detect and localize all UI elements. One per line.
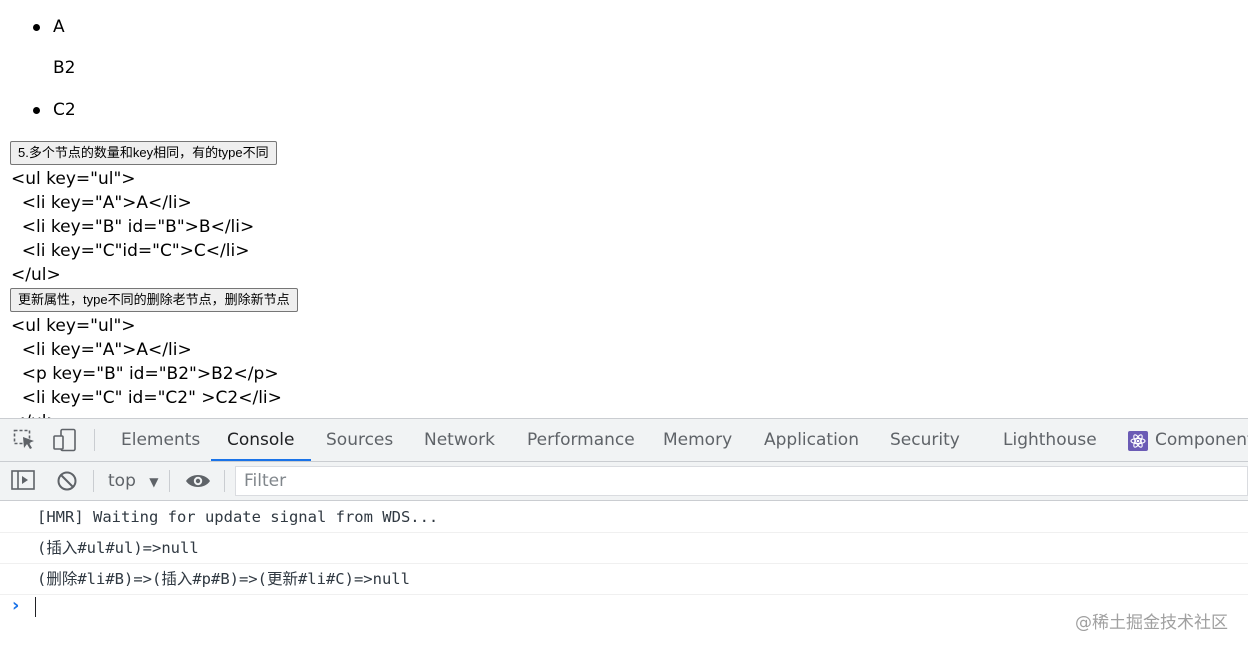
toolbar-divider [169, 470, 170, 492]
console-prompt-icon: › [12, 595, 20, 616]
code-line: <ul key="ul"> [11, 169, 136, 189]
type-diff-demo-button[interactable]: 5.多个节点的数量和key相同，有的type不同 [10, 141, 277, 165]
tab-memory[interactable]: Memory [663, 419, 732, 461]
tab-application[interactable]: Application [764, 419, 859, 461]
code-line: <li key="A">A</li> [11, 193, 192, 213]
tab-components[interactable]: Components [1155, 419, 1248, 461]
context-label: top [108, 471, 136, 491]
page-preview: A B2 C2 5.多个节点的数量和key相同，有的type不同 <ul key… [0, 0, 1248, 418]
console-toolbar: top ▼ [0, 462, 1248, 501]
code-line: <li key="A">A</li> [11, 340, 192, 360]
tab-network[interactable]: Network [424, 419, 495, 461]
toolbar-divider [224, 470, 225, 492]
devtools-tabbar: Elements Console Sources Network Perform… [0, 419, 1248, 462]
inspect-element-icon[interactable] [13, 429, 37, 451]
code-line: <p key="B" id="B2">B2</p> [11, 364, 279, 384]
console-message: (插入#ul#ul)=>null [0, 533, 1248, 564]
toolbar-divider [93, 470, 94, 492]
tab-security[interactable]: Security [890, 419, 960, 461]
list-bullet [33, 24, 40, 31]
console-message: [HMR] Waiting for update signal from WDS… [0, 502, 1248, 533]
code-line: <ul key="ul"> [11, 316, 136, 336]
code-line: </ul> [11, 410, 61, 418]
watermark: @稀土掘金技术社区 [1075, 613, 1228, 633]
list-item-a: A [53, 17, 65, 37]
console-message: (删除#li#B)=>(插入#p#B)=>(更新#li#C)=>null [0, 564, 1248, 595]
clear-console-icon[interactable] [56, 470, 78, 492]
tab-elements[interactable]: Elements [121, 419, 200, 461]
context-selector[interactable]: top ▼ [108, 462, 159, 500]
code-line: <li key="B" id="B">B</li> [11, 217, 255, 237]
list-item-c2: C2 [53, 100, 76, 120]
console-input-caret[interactable] [35, 597, 36, 617]
dropdown-arrow-icon: ▼ [149, 475, 159, 489]
device-toolbar-icon[interactable] [52, 428, 78, 452]
tab-performance[interactable]: Performance [527, 419, 635, 461]
filter-input[interactable] [242, 467, 1207, 495]
toolbar-divider [94, 429, 95, 451]
code-line: <li key="C"id="C">C</li> [11, 241, 250, 261]
code-line: </ul> [11, 265, 61, 285]
show-sidebar-icon[interactable] [11, 470, 35, 490]
devtools-panel: Elements Console Sources Network Perform… [0, 418, 1248, 650]
list-item-b2: B2 [53, 58, 76, 78]
code-line: <li key="C" id="C2" >C2</li> [11, 388, 282, 408]
tab-lighthouse[interactable]: Lighthouse [1003, 419, 1097, 461]
tab-console[interactable]: Console [211, 419, 311, 461]
update-attrs-button[interactable]: 更新属性，type不同的删除老节点，删除新节点 [10, 288, 298, 312]
console-filter [235, 466, 1248, 496]
list-bullet [33, 107, 40, 114]
tab-sources[interactable]: Sources [326, 419, 393, 461]
react-icon [1128, 431, 1148, 451]
live-expression-eye-icon[interactable] [185, 472, 211, 490]
